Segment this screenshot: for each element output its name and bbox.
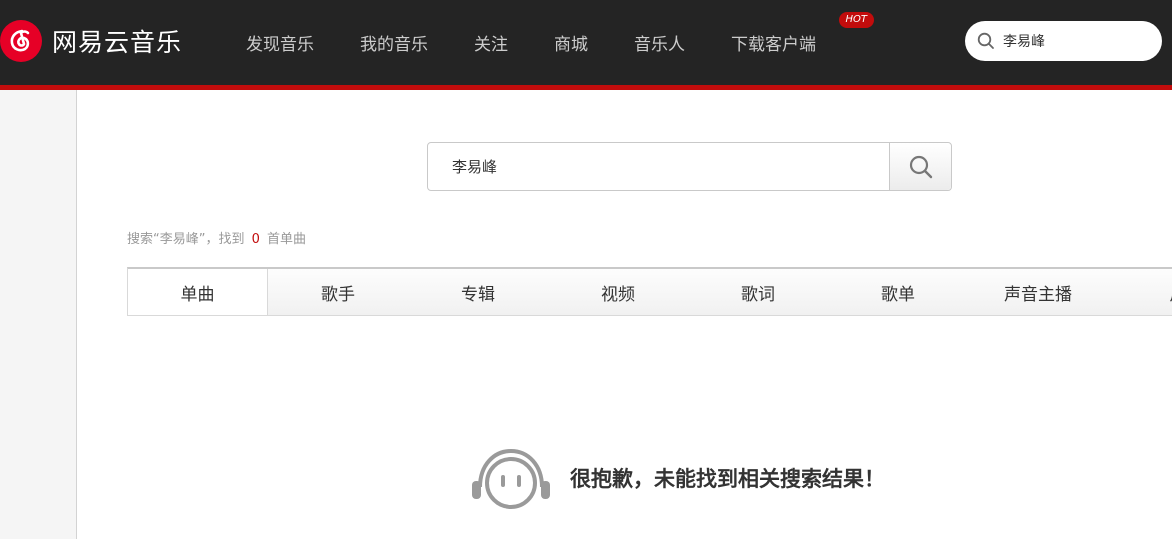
- tab-label: 歌手: [321, 285, 355, 305]
- top-navigation-bar: 网易云音乐 发现音乐 我的音乐 关注 商城 音乐人 下载客户端 HOT 李易峰: [0, 0, 1172, 85]
- nav-discover-music[interactable]: 发现音乐: [228, 30, 332, 55]
- search-icon: [909, 155, 932, 178]
- tab-lyrics[interactable]: 歌词: [688, 269, 828, 315]
- nav-label: 发现音乐: [246, 35, 314, 55]
- nav-label: 商城: [554, 35, 588, 55]
- result-count: 0: [251, 232, 260, 247]
- tab-label: 歌词: [741, 285, 775, 305]
- nav-label: 音乐人: [634, 35, 685, 55]
- header-search-value: 李易峰: [1003, 34, 1045, 50]
- nav-mall[interactable]: 商城: [526, 30, 606, 55]
- tab-label: 视频: [601, 285, 635, 305]
- tab-label: 声音主播: [1004, 285, 1072, 305]
- nav-label: 我的音乐: [360, 35, 428, 55]
- left-sidebar-strip: [0, 90, 77, 539]
- tab-artists[interactable]: 歌手: [268, 269, 408, 315]
- tab-podcasters[interactable]: 声音主播: [968, 269, 1108, 315]
- headphone-face-icon: [472, 448, 550, 509]
- tab-users[interactable]: 用: [1108, 269, 1172, 315]
- main-nav: 发现音乐 我的音乐 关注 商城 音乐人 下载客户端 HOT: [228, 0, 874, 85]
- header-red-divider: [0, 85, 1172, 90]
- tab-albums[interactable]: 专辑: [408, 269, 548, 315]
- tab-videos[interactable]: 视频: [548, 269, 688, 315]
- summary-suffix: 首单曲: [267, 232, 307, 247]
- logo-text: 网易云音乐: [52, 28, 183, 57]
- header-search-field[interactable]: 李易峰: [965, 21, 1162, 61]
- tab-label: 专辑: [461, 285, 495, 305]
- netease-music-logo-icon: [0, 20, 42, 62]
- nav-my-music[interactable]: 我的音乐: [332, 30, 446, 55]
- empty-state-message: 很抱歉，未能找到相关搜索结果！: [570, 467, 885, 491]
- search-box: [427, 142, 952, 191]
- nav-follow[interactable]: 关注: [446, 30, 526, 55]
- tab-songs[interactable]: 单曲: [128, 269, 268, 315]
- nav-label: 下载客户端: [731, 35, 816, 55]
- search-icon: [977, 32, 994, 49]
- nav-musician[interactable]: 音乐人: [606, 30, 703, 55]
- empty-state: 很抱歉，未能找到相关搜索结果！: [470, 446, 885, 510]
- nav-label: 关注: [474, 35, 508, 55]
- hot-badge: HOT: [838, 12, 874, 28]
- search-input[interactable]: [428, 143, 889, 190]
- search-button[interactable]: [889, 143, 951, 190]
- tab-label: 单曲: [180, 285, 215, 305]
- nav-download-client[interactable]: 下载客户端 HOT: [703, 12, 874, 55]
- tab-playlists[interactable]: 歌单: [828, 269, 968, 315]
- logo[interactable]: 网易云音乐: [0, 20, 182, 62]
- result-type-tabs: 单曲 歌手 专辑 视频 歌词 歌单 声音主播 用: [127, 267, 1172, 316]
- tab-label: 歌单: [881, 285, 915, 305]
- summary-prefix: 搜索“李易峰”，找到: [127, 232, 245, 247]
- result-summary: 搜索“李易峰”，找到 0 首单曲: [127, 228, 306, 247]
